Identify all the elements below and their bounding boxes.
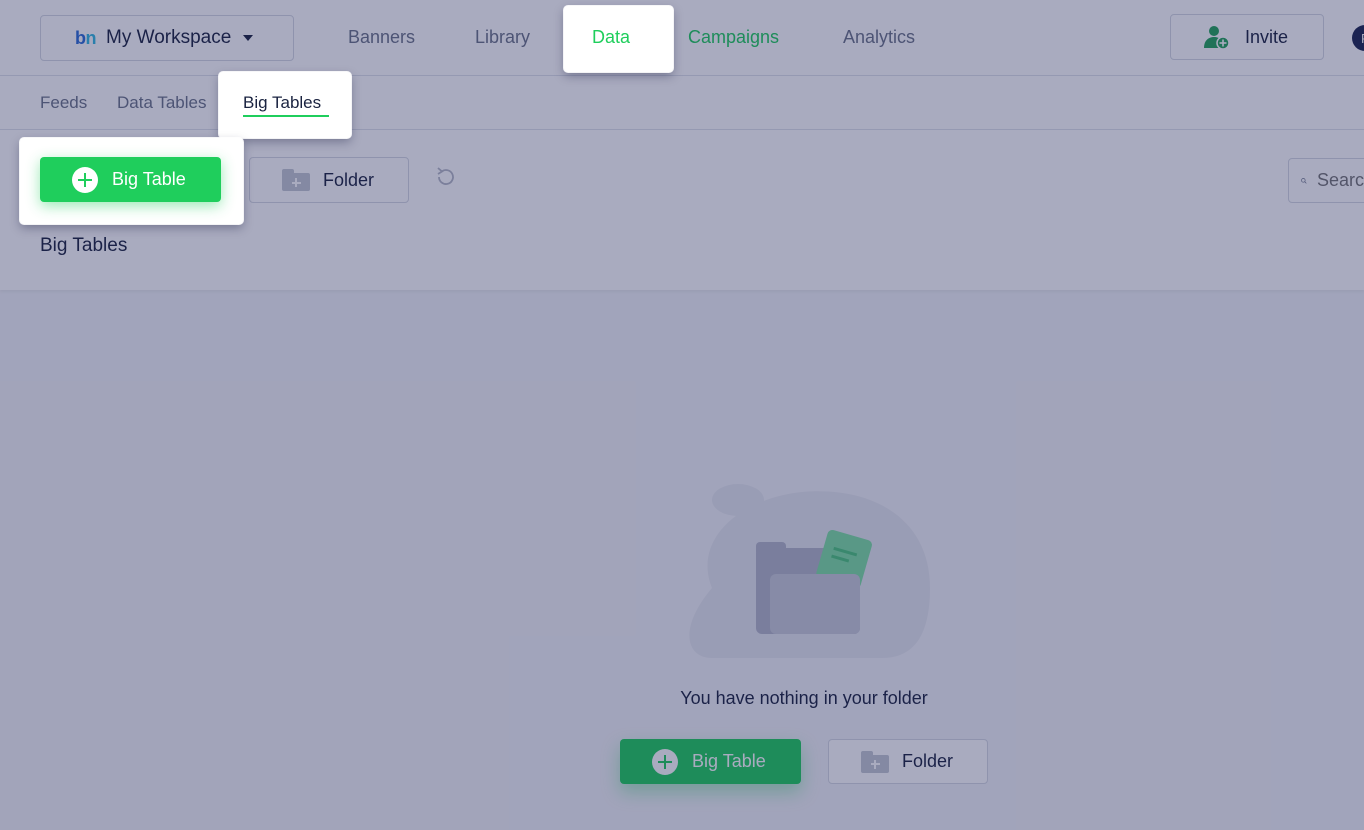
- workspace-logo: bn: [75, 27, 96, 48]
- new-folder-button[interactable]: Folder: [249, 157, 409, 203]
- nav-banners[interactable]: Banners: [348, 27, 415, 48]
- nav-library[interactable]: Library: [475, 27, 530, 48]
- sub-tab-bar: Feeds Data Tables: [0, 76, 1364, 130]
- empty-folder-label: Folder: [902, 751, 954, 771]
- empty-state-message: You have nothing in your folder: [680, 688, 928, 708]
- refresh-icon[interactable]: [434, 165, 458, 189]
- nav-campaigns[interactable]: Campaigns: [688, 27, 779, 48]
- new-big-table-label: Big Table: [112, 169, 186, 189]
- highlight-nav-data: Data: [564, 6, 673, 72]
- search-box[interactable]: [1288, 158, 1364, 203]
- top-bar: bn My Workspace Banners Library Campaign…: [0, 0, 1364, 76]
- avatar[interactable]: F: [1352, 25, 1364, 51]
- invite-label: Invite: [1245, 26, 1289, 47]
- nav-data[interactable]: Data: [592, 27, 630, 48]
- section-title: Big Tables: [40, 235, 128, 256]
- search-icon: [1301, 177, 1307, 184]
- empty-big-table-button[interactable]: Big Table: [620, 739, 801, 784]
- tab-data-tables[interactable]: Data Tables: [117, 93, 206, 113]
- empty-folder-illustration: [689, 484, 930, 658]
- invite-button[interactable]: Invite: [1170, 14, 1324, 60]
- tab-feeds[interactable]: Feeds: [40, 93, 87, 113]
- search-input[interactable]: [1317, 170, 1364, 191]
- nav-analytics[interactable]: Analytics: [843, 27, 915, 48]
- plus-icon: [72, 166, 98, 193]
- caret-down-icon: [243, 35, 254, 41]
- active-tab-underline: [243, 115, 329, 117]
- tab-big-tables[interactable]: Big Tables: [243, 93, 321, 113]
- new-folder-label: Folder: [323, 169, 375, 190]
- folder-add-icon: [282, 169, 310, 191]
- highlight-tab-big-tables: Big Tables: [219, 72, 351, 138]
- new-big-table-button[interactable]: Big Table: [40, 157, 221, 202]
- empty-folder-button[interactable]: Folder: [828, 739, 988, 784]
- user-add-icon: [1204, 26, 1230, 50]
- page: bn My Workspace Banners Library Campaign…: [0, 0, 1364, 830]
- empty-big-table-label: Big Table: [692, 751, 766, 771]
- workspace-name: My Workspace: [106, 27, 232, 48]
- plus-icon: [652, 748, 678, 775]
- folder-add-icon: [861, 750, 889, 773]
- workspace-switcher[interactable]: bn My Workspace: [40, 15, 294, 61]
- highlight-new-big-table: Big Table: [20, 138, 243, 224]
